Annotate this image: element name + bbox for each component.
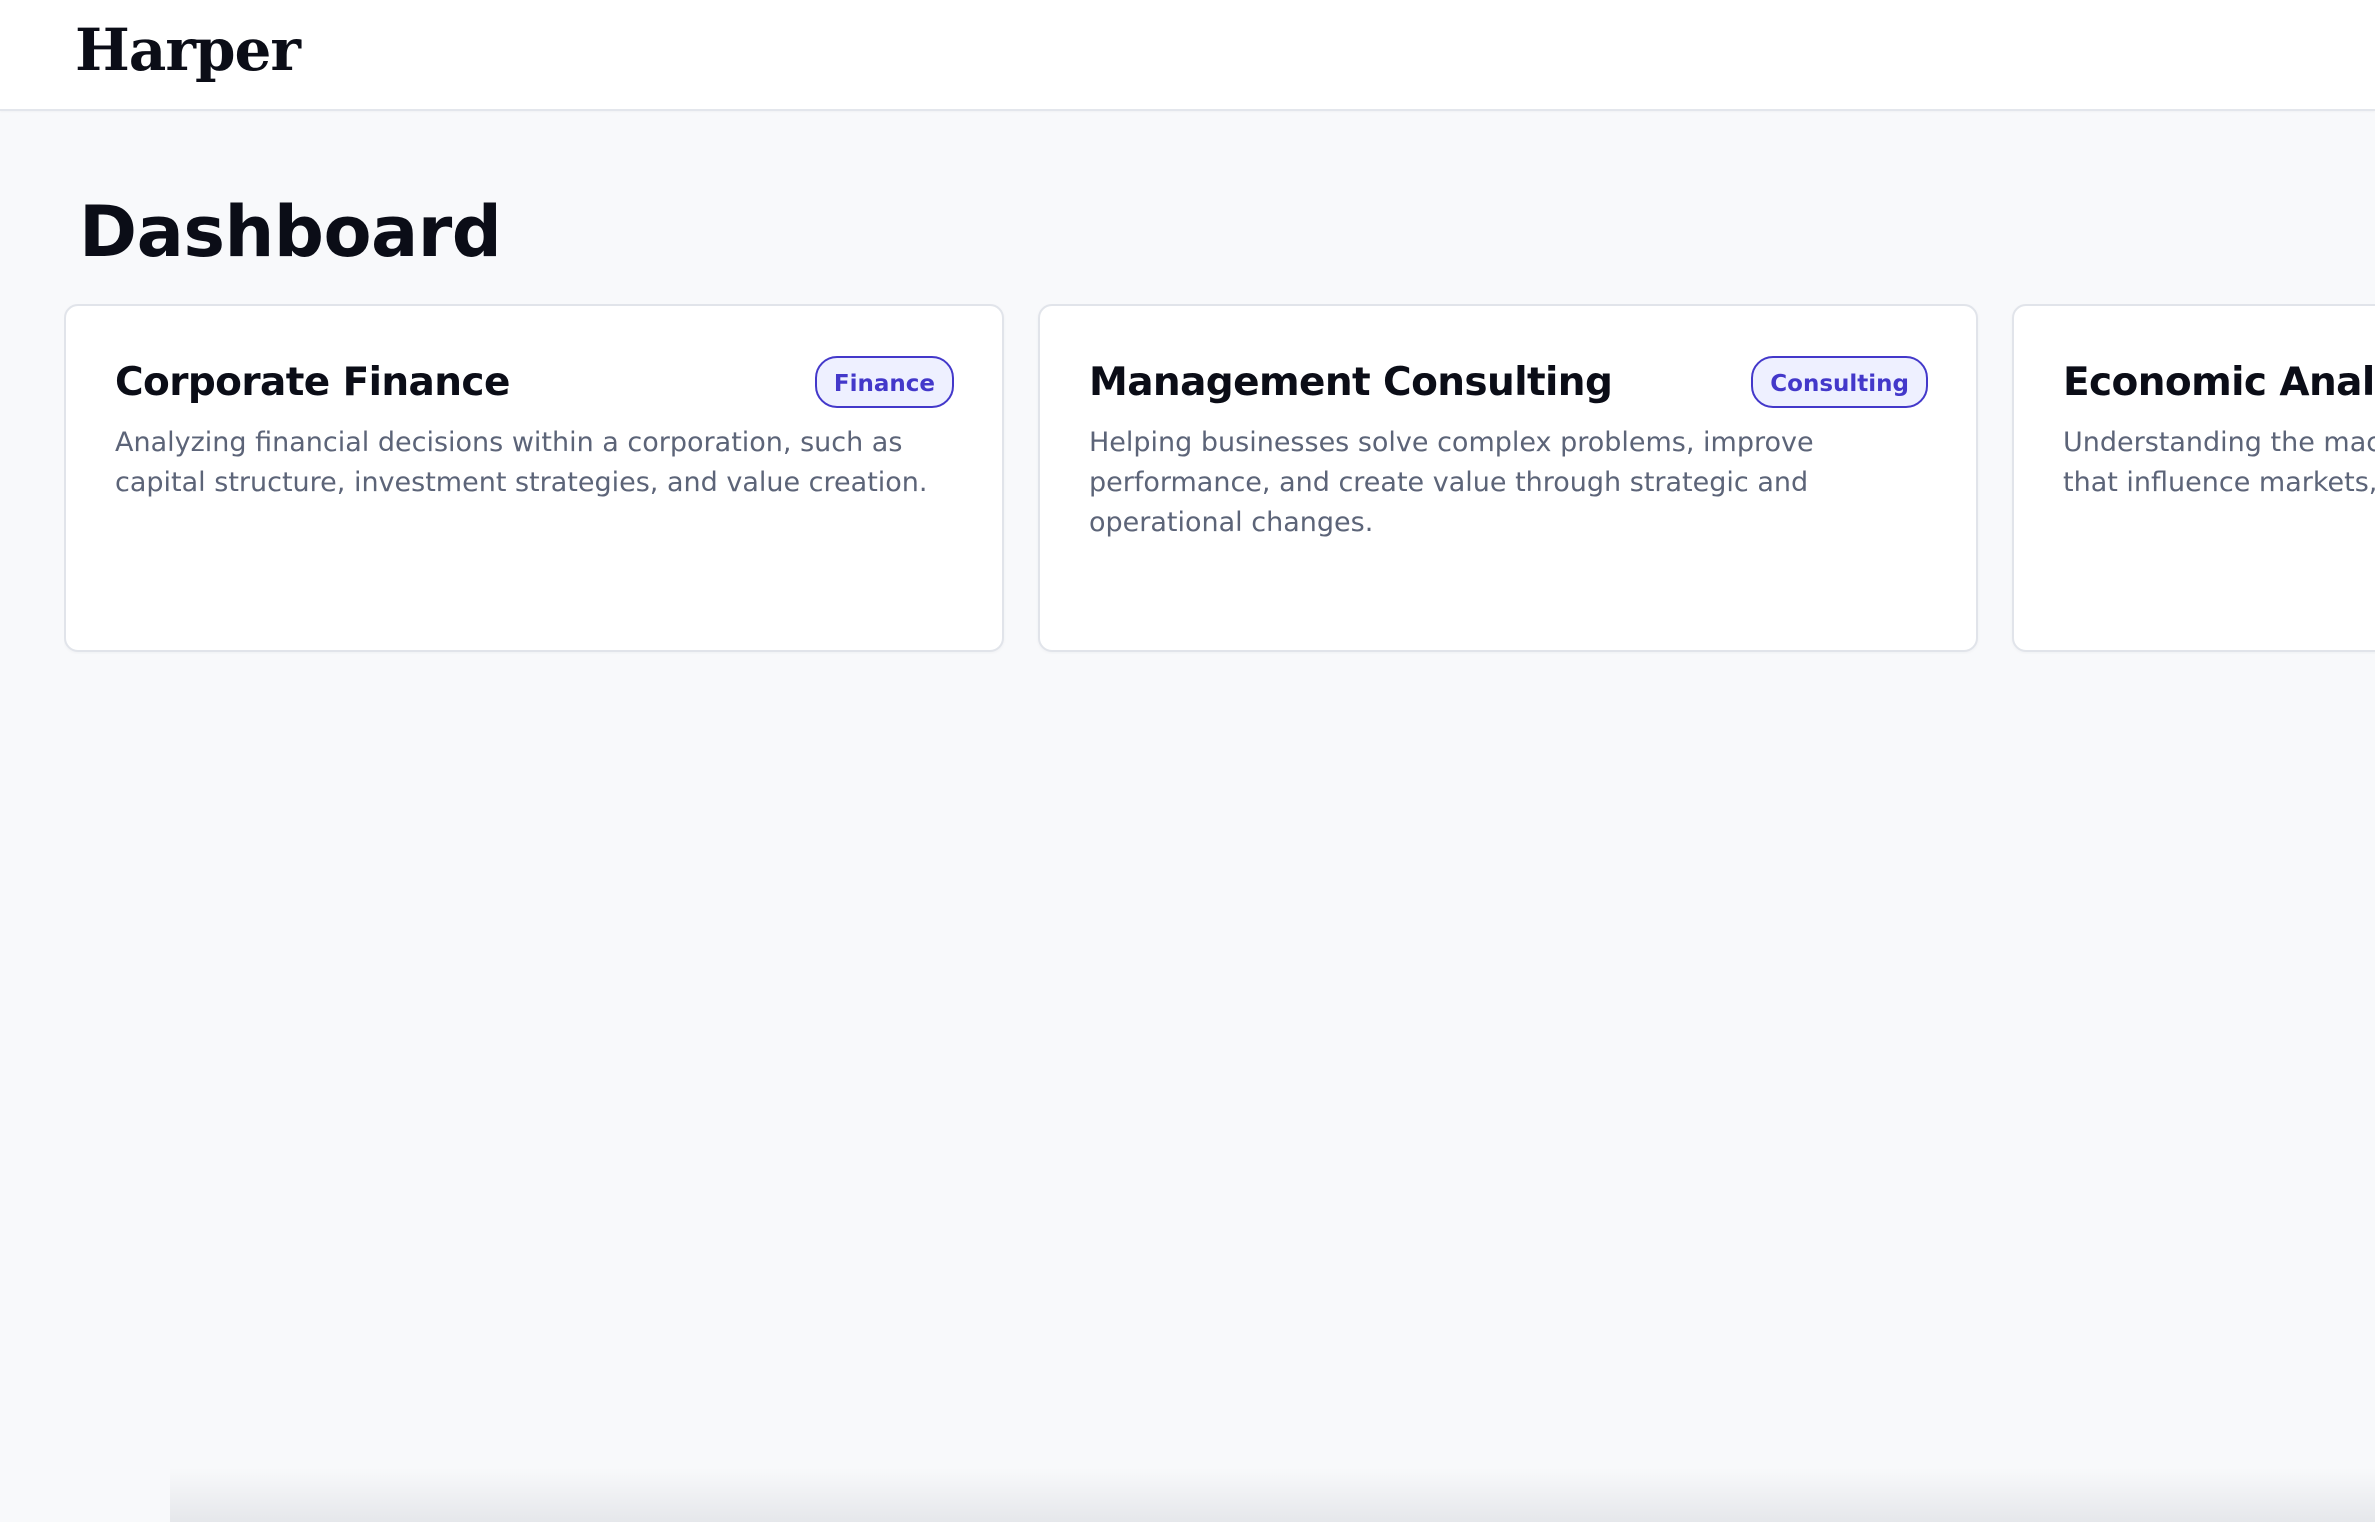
page-title: Dashboard <box>79 191 502 273</box>
card-title: Management Consulting <box>1089 360 1613 405</box>
card-description-line-1: Understanding the macr <box>2063 427 2375 458</box>
economic-analysis-card[interactable]: Economic Analys Understanding the macr t… <box>2012 304 2375 652</box>
harper-logo[interactable]: Harper <box>75 14 301 86</box>
card-description: Helping businesses solve complex problem… <box>1089 427 1814 538</box>
finance-category-badge: Finance <box>814 356 954 408</box>
bottom-edge-shadow <box>170 1468 2375 1522</box>
corporate-finance-card[interactable]: Corporate Finance Finance Analyzing fina… <box>64 304 1004 652</box>
management-consulting-card[interactable]: Management Consulting Consulting Helping… <box>1038 304 1978 652</box>
consulting-category-badge: Consulting <box>1751 356 1928 408</box>
card-description: Analyzing financial decisions within a c… <box>115 427 928 498</box>
top-navigation-bar: Harper <box>0 0 2375 111</box>
card-title: Corporate Finance <box>115 360 510 405</box>
card-description-line-2: that influence markets, i <box>2063 467 2375 498</box>
card-description: Understanding the macr that influence ma… <box>2063 423 2375 503</box>
card-title: Economic Analys <box>2063 360 2375 405</box>
dashboard-card-row: Corporate Finance Finance Analyzing fina… <box>64 304 2375 654</box>
